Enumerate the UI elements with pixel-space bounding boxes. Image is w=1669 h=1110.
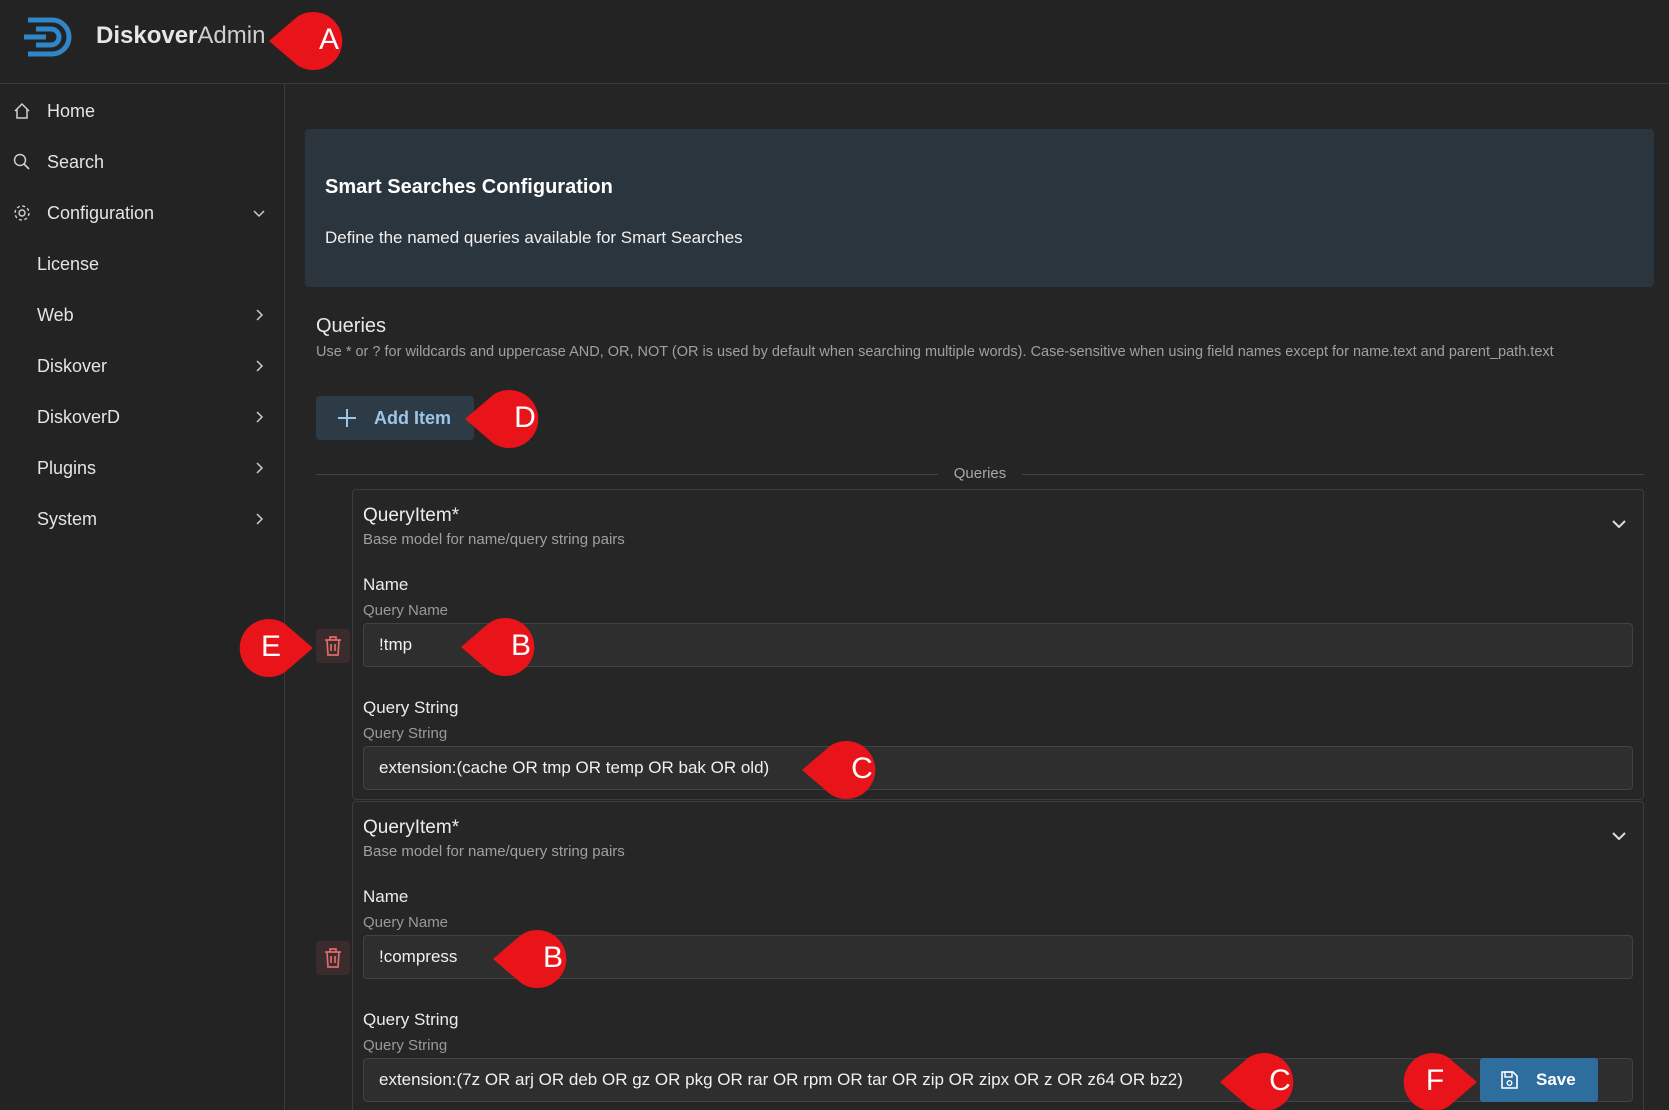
- chevron-right-icon: [256, 513, 264, 525]
- sidebar-item-home[interactable]: Home: [0, 89, 285, 133]
- name-field-label: Name: [363, 575, 409, 594]
- add-item-button[interactable]: Add Item: [316, 396, 474, 440]
- name-field-label: Name: [363, 887, 409, 906]
- queries-divider: Queries: [316, 464, 1644, 484]
- callout-label: C: [1269, 1064, 1291, 1097]
- sidebar-item-label: Diskover: [37, 355, 108, 376]
- callout-c: C: [798, 740, 898, 800]
- chevron-right-icon: [256, 309, 264, 321]
- callout-label: A: [318, 23, 339, 56]
- sidebar-item-label: System: [37, 508, 98, 529]
- query-item-title: QueryItem*: [363, 505, 460, 526]
- query-item-title: QueryItem*: [363, 817, 460, 838]
- callout-a: A: [265, 11, 365, 71]
- sidebar-item-diskoverd[interactable]: DiskoverD: [0, 395, 285, 439]
- gear-icon: [14, 205, 30, 221]
- home-icon: [14, 102, 30, 119]
- brand-bold: Diskover: [96, 22, 198, 49]
- chevron-down-icon[interactable]: [1609, 826, 1629, 846]
- sidebar-item-label: Home: [47, 100, 96, 121]
- divider-label: Queries: [953, 465, 1007, 482]
- add-item-label: Add Item: [374, 407, 452, 428]
- sidebar-item-configuration[interactable]: Configuration: [0, 191, 285, 235]
- callout-label: E: [260, 630, 281, 663]
- sidebar-item-label: Search: [47, 151, 105, 172]
- trash-icon: [325, 948, 341, 968]
- sidebar-item-label: DiskoverD: [37, 406, 121, 427]
- divider-line: [1022, 474, 1644, 475]
- name-field-help: Query Name: [363, 602, 449, 619]
- callout-label: B: [542, 941, 563, 974]
- query-string-help: Query String: [363, 725, 448, 742]
- query-string-help: Query String: [363, 1037, 448, 1054]
- chevron-down-icon[interactable]: [1609, 514, 1629, 534]
- sidebar-item-plugins[interactable]: Plugins: [0, 446, 285, 490]
- callout-b: B: [489, 929, 589, 989]
- callout-d: D: [461, 389, 561, 449]
- callout-label: B: [510, 629, 531, 662]
- query-string-label: Query String: [363, 1010, 459, 1029]
- sidebar-item-label: Web: [37, 304, 74, 325]
- brand-light: Admin: [197, 22, 266, 49]
- save-icon: [1501, 1071, 1518, 1089]
- config-banner: Smart Searches Configuration Define the …: [305, 129, 1654, 287]
- chevron-right-icon: [256, 360, 264, 372]
- search-icon: [13, 153, 30, 170]
- callout-c: C: [1216, 1052, 1316, 1110]
- sidebar-item-label: Configuration: [47, 202, 155, 223]
- query-string-input[interactable]: extension:(cache OR tmp OR temp OR bak O…: [363, 746, 1633, 790]
- divider-line: [316, 474, 938, 475]
- chevron-right-icon: [256, 462, 264, 474]
- chevron-down-icon: [253, 210, 265, 218]
- top-bar: DiskoverAdmin: [0, 0, 1669, 84]
- sidebar-item-diskover[interactable]: Diskover: [0, 344, 285, 388]
- chevron-right-icon: [256, 411, 264, 423]
- app-title: DiskoverAdmin: [96, 22, 265, 50]
- plus-icon: [338, 409, 356, 427]
- callout-f: F: [1399, 1052, 1499, 1110]
- callout-label: C: [851, 752, 873, 785]
- sidebar-item-license[interactable]: License: [0, 242, 285, 286]
- query-item-subtitle: Base model for name/query string pairs: [363, 531, 625, 548]
- callout-label: D: [514, 401, 536, 434]
- query-string-label: Query String: [363, 698, 459, 717]
- page-title: Smart Searches Configuration: [325, 176, 613, 198]
- sidebar-item-label: Plugins: [37, 457, 97, 478]
- sidebar-item-label: License: [37, 253, 100, 274]
- sidebar-item-system[interactable]: System: [0, 497, 285, 541]
- query-item-subtitle: Base model for name/query string pairs: [363, 843, 625, 860]
- page-description: Define the named queries available for S…: [325, 228, 743, 247]
- callout-b: B: [457, 617, 557, 677]
- callout-label: F: [1425, 1064, 1445, 1097]
- callout-e: E: [235, 618, 335, 678]
- name-field-help: Query Name: [363, 914, 449, 931]
- diskover-logo-icon[interactable]: [22, 14, 78, 60]
- sidebar: Home Search Configuration License Web Di…: [0, 84, 285, 1110]
- queries-heading: Queries: [316, 315, 387, 337]
- queries-help-text: Use * or ? for wildcards and uppercase A…: [316, 344, 1554, 360]
- save-label: Save: [1536, 1070, 1576, 1089]
- sidebar-item-web[interactable]: Web: [0, 293, 285, 337]
- sidebar-item-search[interactable]: Search: [0, 140, 285, 184]
- delete-item-button[interactable]: [316, 941, 350, 975]
